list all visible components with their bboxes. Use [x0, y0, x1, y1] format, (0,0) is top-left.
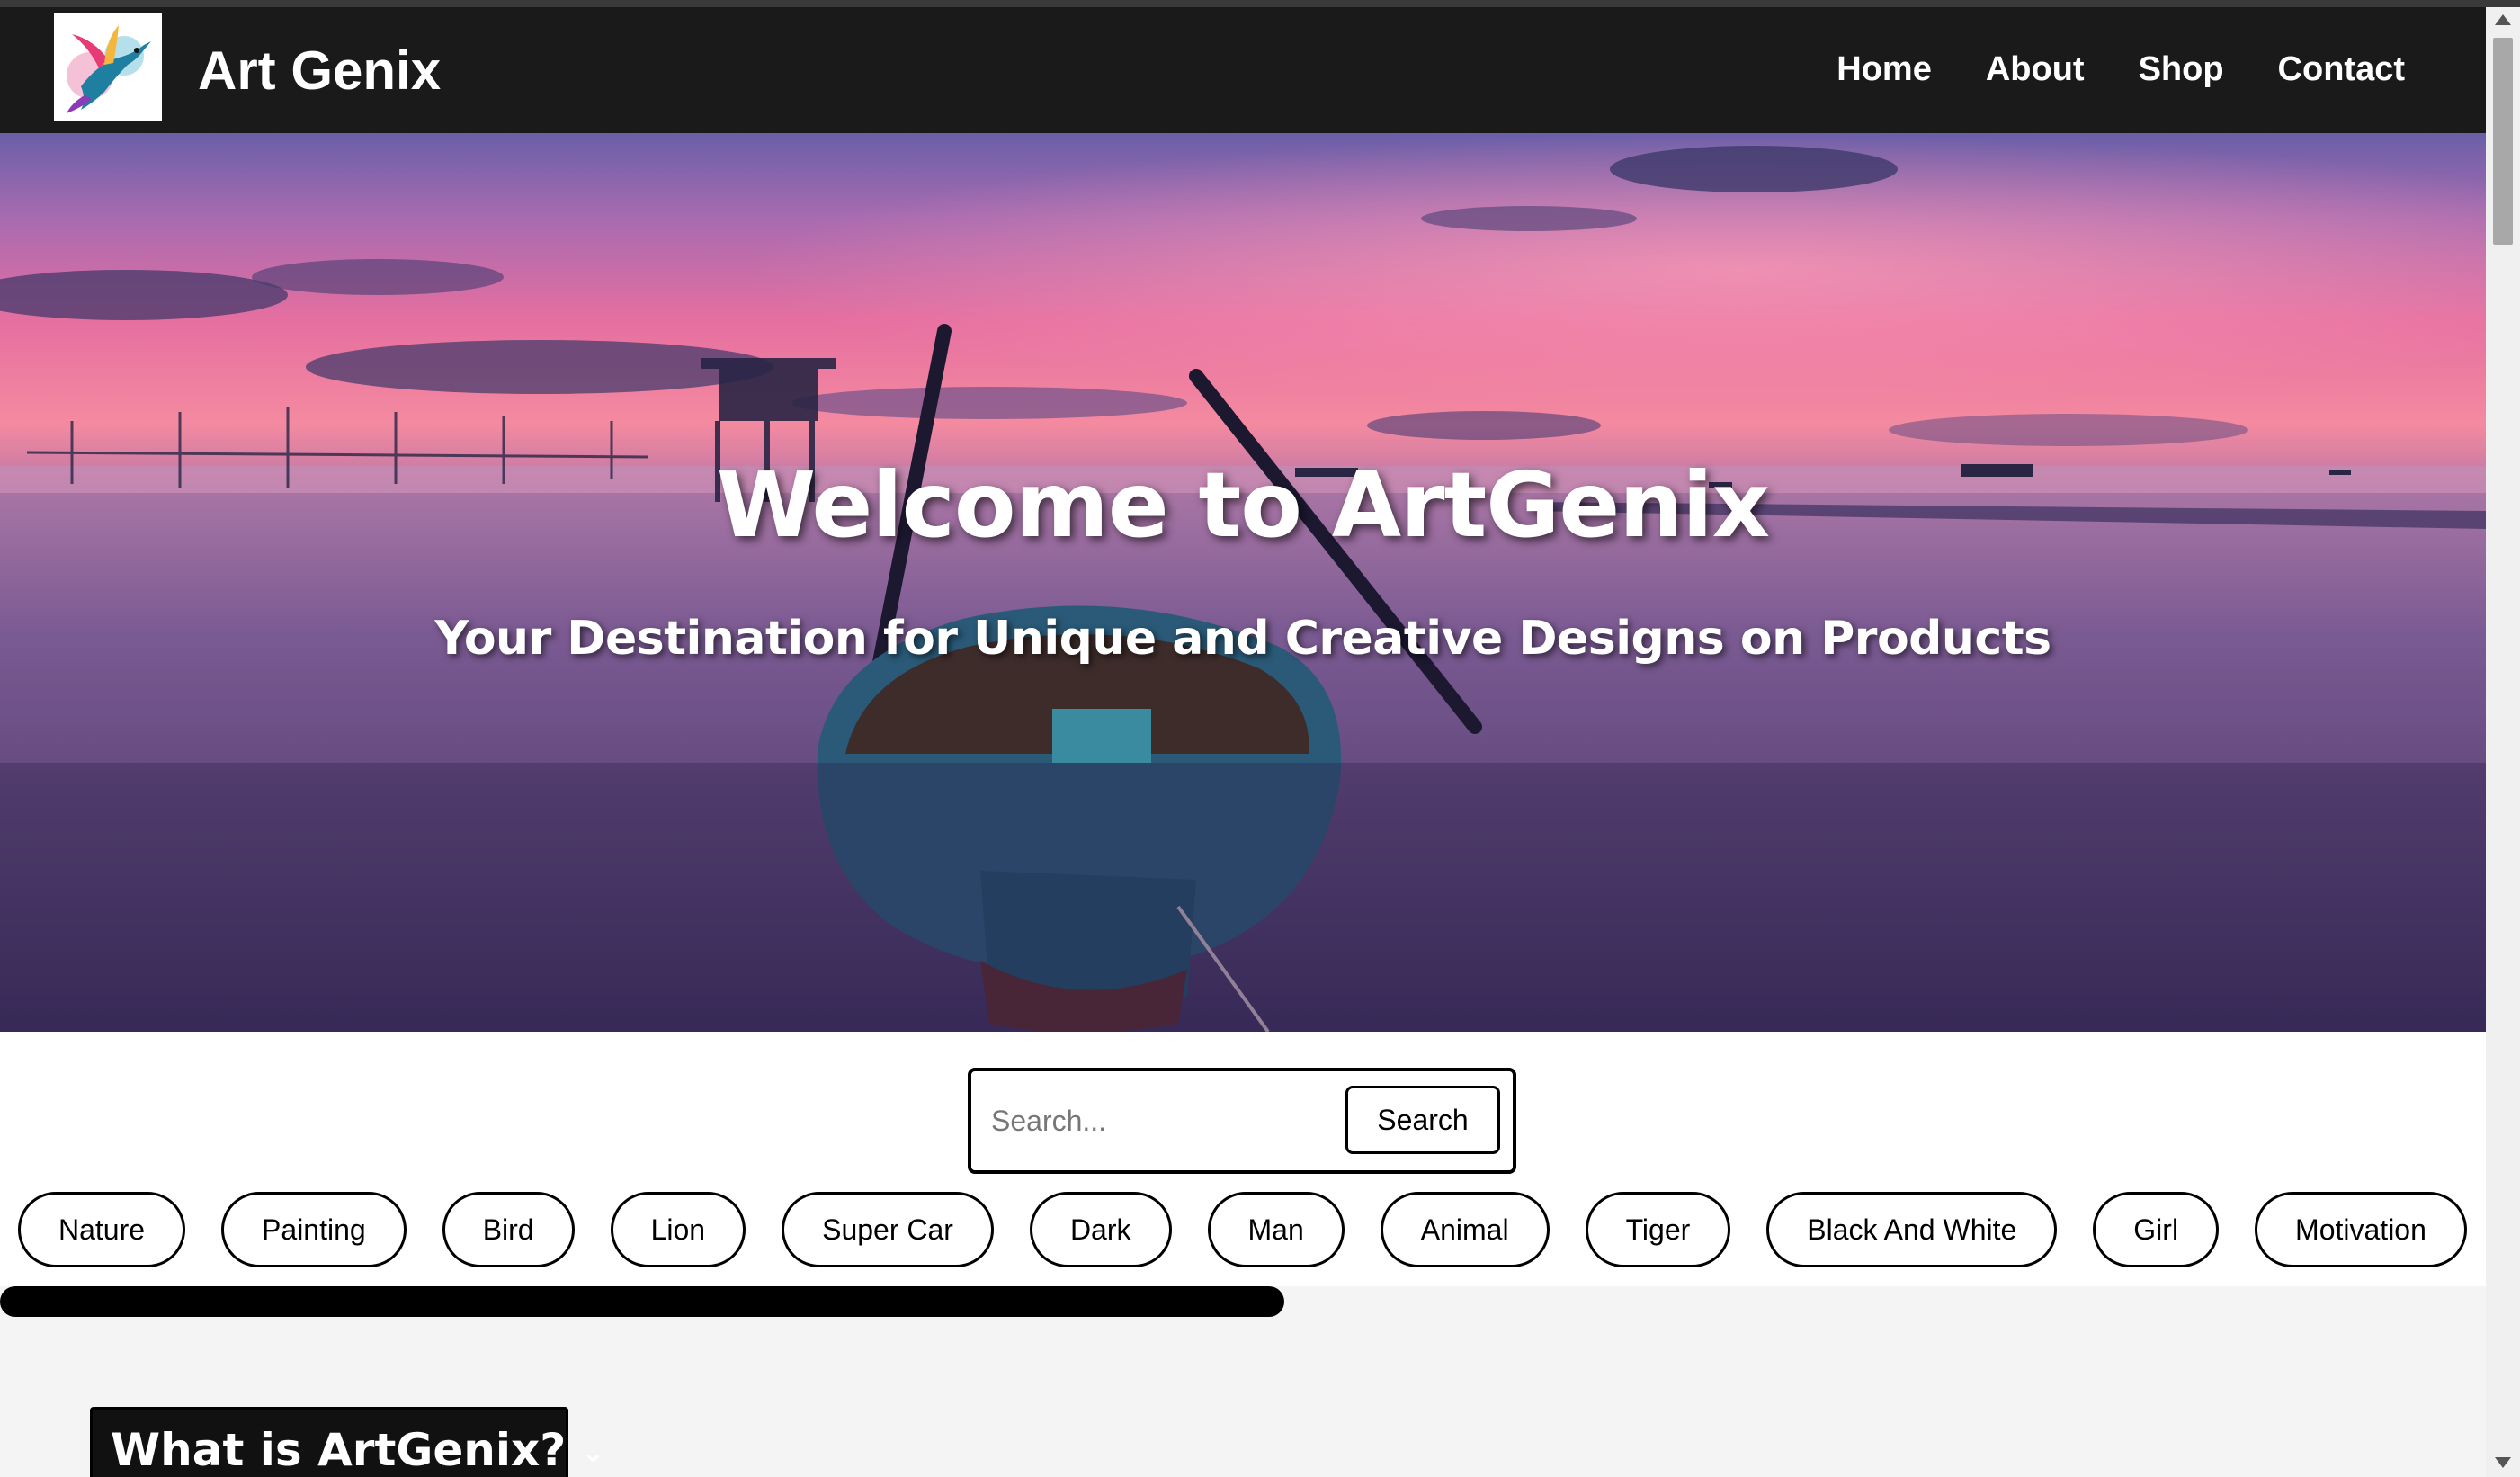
main-nav: Home About Shop Contact: [1836, 50, 2405, 89]
page-viewport: Art Genix Home About Shop Contact Welcom…: [0, 0, 2486, 1477]
chevron-down-icon: ⌄: [581, 1437, 604, 1469]
search-and-tags-section: Search Nature Painting Bird Lion Super C…: [0, 1032, 2486, 1286]
hero-sunset-boat-image: [0, 133, 2486, 1032]
hero-title: Welcome to ArtGenix: [716, 452, 1770, 558]
tags-horizontal-scrollbar[interactable]: [0, 1286, 1284, 1317]
search-input[interactable]: [982, 1084, 1333, 1158]
tag-black-and-white[interactable]: Black And White: [1766, 1192, 2058, 1267]
hummingbird-logo-icon[interactable]: [54, 13, 162, 121]
scroll-down-arrow-icon[interactable]: [2495, 1457, 2511, 1468]
search-form: Search: [968, 1068, 1516, 1174]
scrollbar-thumb[interactable]: [2493, 38, 2513, 245]
brand-name[interactable]: Art Genix: [198, 40, 441, 102]
page-vertical-scrollbar[interactable]: [2486, 7, 2520, 1477]
hero-subtitle: Your Destination for Unique and Creative…: [434, 612, 2051, 666]
search-button[interactable]: Search: [1345, 1086, 1500, 1154]
tag-nature[interactable]: Nature: [18, 1192, 186, 1267]
tag-animal[interactable]: Animal: [1380, 1192, 1550, 1267]
tag-painting[interactable]: Painting: [221, 1192, 407, 1267]
tag-girl[interactable]: Girl: [2093, 1192, 2220, 1267]
nav-home-link[interactable]: Home: [1836, 50, 1932, 89]
tag-motivation[interactable]: Motivation: [2255, 1192, 2467, 1267]
tag-lion[interactable]: Lion: [610, 1192, 746, 1267]
tag-man[interactable]: Man: [1207, 1192, 1345, 1267]
tag-bird[interactable]: Bird: [442, 1192, 575, 1267]
tag-super-car[interactable]: Super Car: [782, 1192, 994, 1267]
tag-dark[interactable]: Dark: [1029, 1192, 1172, 1267]
nav-about-link[interactable]: About: [1986, 50, 2085, 89]
tag-tiger[interactable]: Tiger: [1585, 1192, 1731, 1267]
faq-question: What is ArtGenix?: [111, 1424, 567, 1476]
category-tags-row: Nature Painting Bird Lion Super Car Dark…: [18, 1192, 2467, 1267]
top-navbar: Art Genix Home About Shop Contact: [0, 7, 2486, 133]
nav-contact-link[interactable]: Contact: [2278, 50, 2405, 89]
scroll-up-arrow-icon[interactable]: [2495, 14, 2511, 25]
window-top-edge: [0, 0, 2520, 7]
nav-shop-link[interactable]: Shop: [2139, 50, 2224, 89]
hero-banner: Welcome to ArtGenix Your Destination for…: [0, 133, 2486, 1032]
faq-what-is-artgenix[interactable]: What is ArtGenix? ⌄: [90, 1407, 604, 1477]
